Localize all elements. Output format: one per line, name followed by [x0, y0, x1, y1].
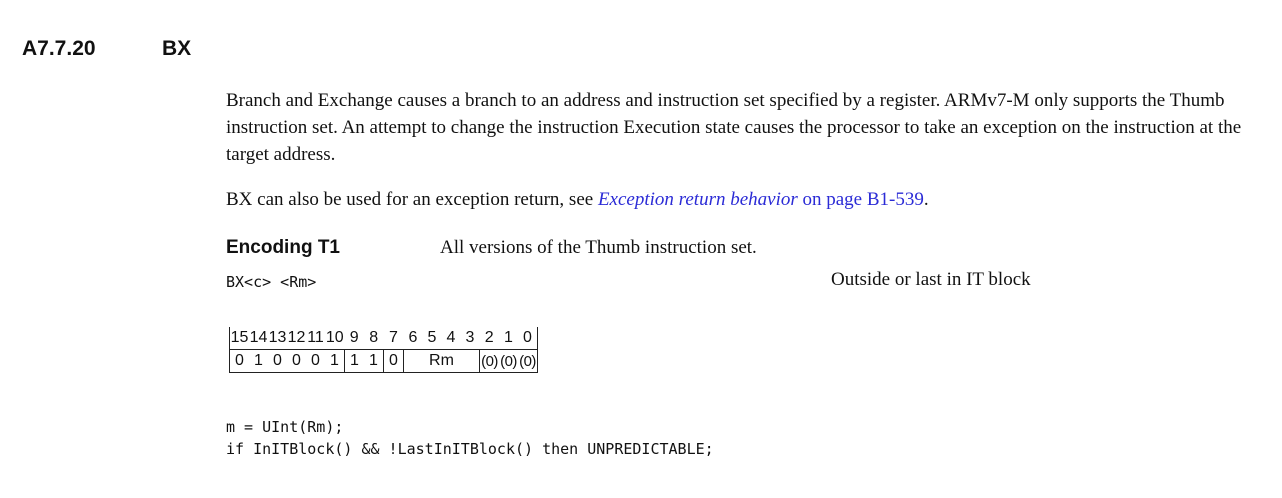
paragraph-period: .: [923, 189, 929, 210]
it-block-note: Outside or last in IT block: [831, 269, 1031, 290]
section-number: A7.7.20: [22, 37, 96, 60]
bit-value: (0): [518, 349, 538, 373]
bit-value: 1: [364, 349, 384, 373]
bit-number: 8: [369, 329, 379, 346]
bit-number-row: 15 14 13 12 11 10 9 8 7 6 5 4 3 2 1 0: [229, 327, 538, 350]
bit-number: 10: [325, 329, 344, 346]
bit-number: 4: [446, 329, 456, 346]
bit-value: 0: [268, 349, 287, 373]
bit-number: 13: [268, 329, 287, 346]
bit-value: 0: [383, 349, 404, 373]
bit-value-row: 0 1 0 0 0 1 1 1 0 Rm (0) (0) (0): [229, 349, 538, 373]
bit-value: (0): [499, 349, 518, 373]
bit-number: 12: [287, 329, 306, 346]
exception-return-link[interactable]: Exception return behavior: [598, 189, 798, 210]
bit-value: 1: [249, 349, 268, 373]
bit-number: 2: [484, 329, 494, 346]
paragraph-text: BX can also be used for an exception ret…: [226, 189, 598, 210]
bit-value: 0: [287, 349, 306, 373]
assembler-syntax: BX<c> <Rm>: [226, 273, 317, 291]
rm-field: Rm: [403, 349, 480, 373]
description-paragraph: Branch and Exchange causes a branch to a…: [226, 90, 1242, 165]
encoding-label: Encoding T1: [226, 237, 340, 258]
pseudocode-line: if InITBlock() && !LastInITBlock() then …: [226, 440, 714, 458]
bit-number: 7: [389, 329, 398, 346]
bit-number: 3: [465, 329, 475, 346]
bit-value: 0: [306, 349, 325, 373]
exception-return-paragraph: BX can also be used for an exception ret…: [226, 186, 1266, 213]
bit-number: 1: [504, 329, 513, 346]
encoding-description: All versions of the Thumb instruction se…: [440, 237, 757, 258]
bit-value: 1: [344, 349, 364, 373]
encoding-diagram: 15 14 13 12 11 10 9 8 7 6 5 4 3 2 1 0 0 …: [229, 327, 538, 373]
bit-value: 1: [325, 349, 345, 373]
bit-number: 5: [427, 329, 437, 346]
bit-number: 9: [349, 329, 359, 346]
section-title: BX: [162, 37, 192, 60]
bit-value: (0): [479, 349, 499, 373]
bit-number: 14: [249, 329, 268, 346]
bit-number: 15: [229, 327, 249, 350]
bit-number: 0: [518, 327, 538, 350]
page-reference-link[interactable]: on page B1-539: [798, 189, 924, 210]
pseudocode-line: m = UInt(Rm);: [226, 418, 344, 436]
bit-number: 11: [307, 329, 324, 346]
bit-value: 0: [229, 349, 249, 373]
bit-number: 6: [408, 329, 418, 346]
